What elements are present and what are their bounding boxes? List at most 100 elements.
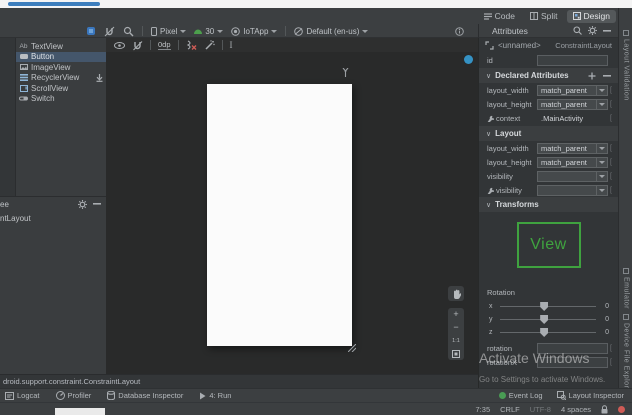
toolbar-separator <box>150 40 151 50</box>
combo-dropdown-button[interactable] <box>596 186 607 195</box>
palette-item-scrollview[interactable]: ScrollView <box>16 83 106 94</box>
api-level-selector[interactable]: 30 <box>194 27 223 36</box>
slider-track[interactable] <box>500 332 596 333</box>
search-icon[interactable] <box>573 26 582 35</box>
context-value[interactable]: .MainActivity <box>537 114 608 123</box>
toolwindow-logcat[interactable]: Logcat <box>5 391 40 400</box>
toolwindow-event-log[interactable]: Event Log <box>499 391 543 400</box>
device-selector[interactable]: Pixel <box>151 27 186 36</box>
magnet-off-icon[interactable] <box>104 26 115 37</box>
infer-constraints-wand-icon[interactable] <box>204 40 215 51</box>
axis-label: z <box>489 329 495 336</box>
hide-panel-icon[interactable] <box>603 30 611 32</box>
add-attribute-icon[interactable] <box>588 72 596 80</box>
tree-item-constraintlayout[interactable]: ntLayout <box>0 214 106 223</box>
zoom-100-button[interactable]: 1:1 <box>452 337 460 346</box>
section-layout[interactable]: ∨ Layout <box>479 126 618 141</box>
palette-item-label: Switch <box>31 94 55 103</box>
autoconnect-magnet-icon[interactable] <box>132 40 143 51</box>
tab-code[interactable]: Code <box>478 10 521 23</box>
combo-value: match_parent <box>541 100 587 109</box>
default-margin-button[interactable]: 0dp <box>158 41 171 50</box>
section-declared-attributes[interactable]: ∨ Declared Attributes <box>479 68 618 83</box>
device-screen[interactable] <box>207 84 352 346</box>
tab-label: Device File Explorer <box>623 323 630 396</box>
remove-attribute-icon[interactable] <box>603 75 611 77</box>
file-encoding[interactable]: UTF-8 <box>530 405 551 414</box>
toolwindow-profiler[interactable]: Profiler <box>56 391 92 400</box>
design-canvas[interactable]: + − 1:1 <box>106 52 478 374</box>
profiler-icon <box>56 391 65 400</box>
issue-badge[interactable] <box>464 55 473 64</box>
clear-constraints-icon[interactable] <box>186 40 197 50</box>
locale-selector[interactable]: Default (en-us) <box>294 27 368 36</box>
layout-height-combo[interactable]: match_parent <box>537 157 608 168</box>
combo-dropdown-button[interactable] <box>596 144 607 153</box>
breadcrumb-bar: droid.support.constraint.ConstraintLayou… <box>0 374 478 388</box>
combo-dropdown-button[interactable] <box>596 86 607 95</box>
section-transforms[interactable]: ∨ Transforms <box>479 197 618 212</box>
palette-item-switch[interactable]: Switch <box>16 94 106 105</box>
slider-thumb[interactable] <box>540 302 548 311</box>
attributes-title: Attributes <box>492 26 528 36</box>
toolbar-separator <box>222 40 223 50</box>
tab-split[interactable]: Split <box>524 10 564 23</box>
line-ending[interactable]: CRLF <box>500 405 520 414</box>
slider-track[interactable] <box>500 306 596 307</box>
rotationx-input[interactable] <box>537 357 608 368</box>
component-tree-panel: ee ntLayout <box>0 196 106 374</box>
caret-position[interactable]: 7:35 <box>476 405 491 414</box>
imageview-icon <box>19 64 28 70</box>
pan-button[interactable] <box>448 286 464 301</box>
slider-thumb[interactable] <box>540 315 548 324</box>
hide-panel-icon[interactable] <box>93 203 101 205</box>
zoom-tool-icon[interactable] <box>123 26 134 37</box>
indent-setting[interactable]: 4 spaces <box>561 405 591 414</box>
palette-item-textview[interactable]: Ab TextView <box>16 41 106 52</box>
palette-item-recyclerview[interactable]: RecyclerView <box>16 73 106 84</box>
tool-window-icon <box>623 314 629 320</box>
toolwindow-layout-inspector[interactable]: Layout Inspector <box>557 391 624 400</box>
combo-dropdown-button[interactable] <box>596 100 607 109</box>
visibility-combo[interactable] <box>537 171 608 182</box>
tools-visibility-combo[interactable] <box>537 185 608 196</box>
rotation-input[interactable] <box>537 343 608 354</box>
component-name: <unnamed> <box>498 41 541 50</box>
zoom-out-button[interactable]: − <box>453 323 458 332</box>
tab-design[interactable]: Design <box>567 10 616 23</box>
design-surface-icon[interactable] <box>86 26 96 36</box>
slider-thumb[interactable] <box>540 328 548 337</box>
slider-track[interactable] <box>500 319 596 320</box>
resize-handle[interactable] <box>348 344 356 352</box>
toolwindow-database-inspector[interactable]: Database Inspector <box>107 391 183 400</box>
layout-height-combo[interactable]: match_parent <box>537 99 608 110</box>
palette-item-button[interactable]: Button <box>16 52 106 63</box>
layout-width-combo[interactable]: match_parent <box>537 143 608 154</box>
error-indicator[interactable] <box>618 406 625 413</box>
tab-emulator[interactable]: Emulator <box>619 268 632 309</box>
combo-dropdown-button[interactable] <box>596 172 607 181</box>
toolwindow-run[interactable]: 4: Run <box>199 391 231 400</box>
info-icon[interactable] <box>455 27 464 36</box>
view-options-eye-icon[interactable] <box>114 42 125 49</box>
progress-bar <box>8 2 100 6</box>
text-ibeam-icon[interactable]: I <box>230 40 233 50</box>
layout-width-combo[interactable]: match_parent <box>537 85 608 96</box>
tab-layout-validation[interactable]: Layout Validation <box>619 30 632 101</box>
gear-icon[interactable] <box>588 26 597 35</box>
attr-label: visibility <box>487 186 537 195</box>
zoom-in-button[interactable]: + <box>453 310 458 319</box>
chevron-down-icon <box>362 30 368 33</box>
theme-selector[interactable]: IoTApp <box>231 27 277 36</box>
breadcrumb[interactable]: droid.support.constraint.ConstraintLayou… <box>3 377 140 386</box>
lock-icon[interactable] <box>601 405 608 414</box>
device-antenna-icon <box>342 68 349 77</box>
tab-device-file-explorer[interactable]: Device File Explorer <box>619 314 632 396</box>
button-icon <box>19 54 28 59</box>
palette-item-imageview[interactable]: ImageView <box>16 62 106 73</box>
gear-icon[interactable] <box>78 200 87 209</box>
flag-column: [ <box>610 101 614 108</box>
combo-dropdown-button[interactable] <box>596 158 607 167</box>
id-input[interactable] <box>537 55 608 66</box>
zoom-to-fit-icon[interactable] <box>452 350 460 358</box>
